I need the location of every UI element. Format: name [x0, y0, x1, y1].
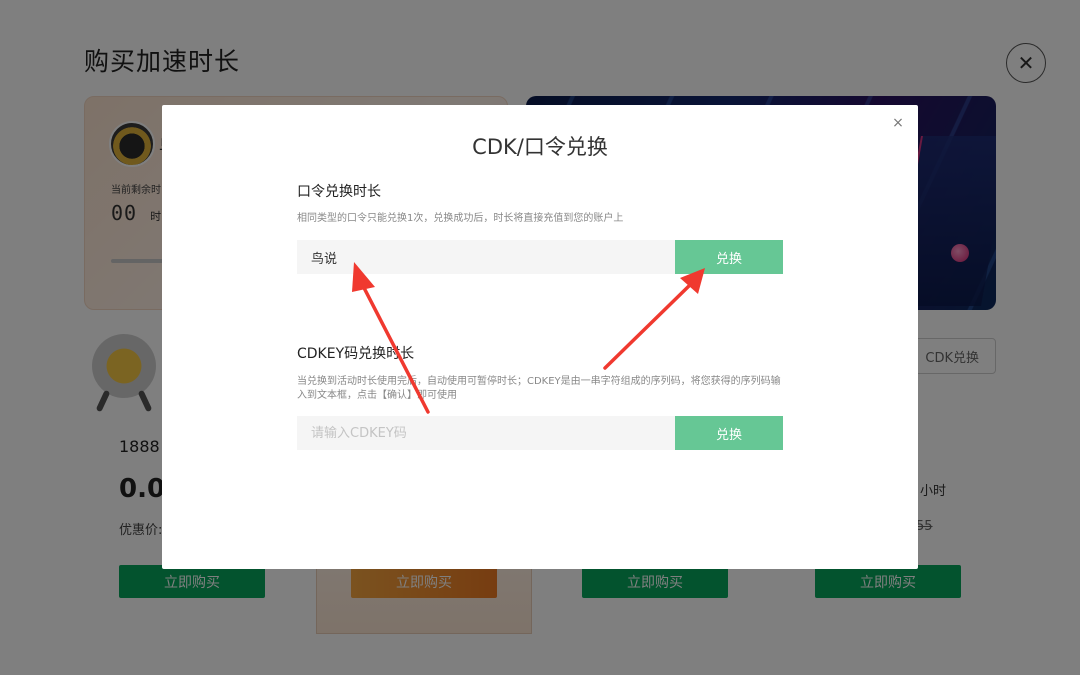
password-redeem-button[interactable]: 兑换 — [675, 240, 783, 274]
password-input[interactable] — [297, 240, 675, 274]
cdkey-section-title: CDKEY码兑换时长 — [297, 346, 415, 362]
cdkey-input[interactable] — [297, 416, 675, 450]
cdkey-redeem-button[interactable]: 兑换 — [675, 416, 783, 450]
password-section-desc: 相同类型的口令只能兑换1次，兑换成功后，时长将直接充值到您的账户上 — [297, 213, 624, 224]
dialog-title: CDK/口令兑换 — [472, 135, 608, 159]
cdkey-section-desc: 当兑换到活动时长使用完后，自动使用可暂停时长；CDKEY是由一串字符组成的序列码… — [297, 376, 781, 401]
password-section-title: 口令兑换时长 — [297, 184, 381, 200]
cdk-redeem-dialog: CDK/口令兑换 × 口令兑换时长 相同类型的口令只能兑换1次，兑换成功后，时长… — [162, 105, 918, 569]
dialog-close-icon[interactable]: × — [890, 115, 906, 131]
